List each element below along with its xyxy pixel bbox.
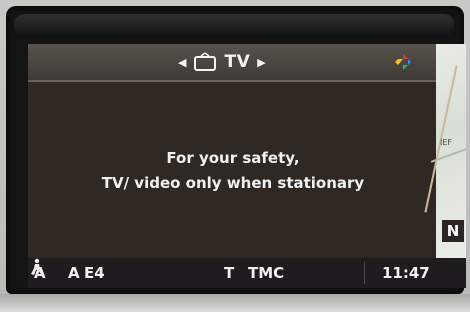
- right-arrow-icon[interactable]: ▶: [257, 56, 265, 69]
- lower-trim: [0, 294, 470, 312]
- status-divider: [364, 262, 365, 284]
- status-e4: E4: [84, 264, 105, 282]
- safety-message: For your safety, TV/ video only when sta…: [58, 146, 408, 196]
- compass-north-indicator[interactable]: N: [442, 220, 464, 242]
- source-selector[interactable]: ◀ TV ▶: [178, 50, 266, 74]
- status-bar: A A E4 T TMC 11:47: [28, 258, 466, 288]
- map-label: IEF: [440, 138, 453, 147]
- left-arrow-icon[interactable]: ◀: [178, 56, 186, 69]
- map-panel[interactable]: IEF N: [424, 44, 466, 258]
- safety-message-line-1: For your safety,: [166, 149, 300, 167]
- tmc-label: TMC: [248, 264, 285, 282]
- status-a-right: A: [68, 264, 80, 282]
- traffic-flag: T: [224, 264, 235, 282]
- header-bar: ◀ TV ▶: [28, 44, 466, 82]
- tv-icon: [194, 52, 217, 71]
- safety-message-line-2: TV/ video only when stationary: [101, 174, 365, 192]
- bezel-glare: [14, 14, 454, 36]
- color-setting-icon[interactable]: [394, 53, 412, 71]
- clock: 11:47: [382, 264, 430, 282]
- status-a-left: A: [34, 264, 46, 282]
- navigation-screen: ◀ TV ▶ For your safety, TV/ video only w…: [28, 44, 466, 288]
- source-label: TV: [224, 52, 251, 72]
- video-area: For your safety, TV/ video only when sta…: [28, 82, 436, 258]
